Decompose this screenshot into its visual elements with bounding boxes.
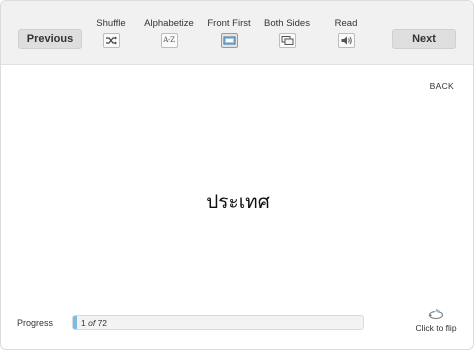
progress-bar: 1 of 72 [72,315,364,330]
progress-current: 1 [81,318,86,328]
alphabetize-tool[interactable]: Alphabetize A-Z [139,18,199,48]
next-button[interactable]: Next [392,29,456,49]
both-sides-icon[interactable] [278,33,296,48]
previous-button[interactable]: Previous [18,29,82,49]
flip-icon[interactable] [409,307,463,321]
progress-label: Progress [17,318,54,328]
flashcard-text[interactable]: ประเทศ [1,187,473,217]
flip-control[interactable]: Click to flip [409,307,463,333]
alphabetize-label: Alphabetize [144,18,194,29]
progress-fill [73,316,77,329]
progress-count: 1 of 72 [81,317,107,329]
flip-label: Click to flip [415,323,457,333]
shuffle-icon[interactable] [102,33,120,48]
progress-total: 72 [97,318,108,328]
front-first-icon[interactable] [220,33,238,48]
front-first-tool[interactable]: Front First [199,18,259,48]
shuffle-label: Shuffle [96,18,126,29]
a-z-icon[interactable]: A-Z [160,33,178,48]
read-tool[interactable]: Read [316,18,376,48]
both-sides-tool[interactable]: Both Sides [257,18,317,48]
progress-of: of [88,318,96,328]
flashcard-app: Previous Shuffle Alphabetize A-Z Front F… [0,0,474,350]
speaker-icon[interactable] [337,33,355,48]
toolbar: Previous Shuffle Alphabetize A-Z Front F… [1,1,473,65]
shuffle-tool[interactable]: Shuffle [81,18,141,48]
card-side-label: BACK [429,81,454,91]
read-label: Read [334,18,358,29]
both-sides-label: Both Sides [264,18,310,29]
a-z-icon-text: A-Z [163,36,175,44]
front-first-label: Front First [207,18,251,29]
